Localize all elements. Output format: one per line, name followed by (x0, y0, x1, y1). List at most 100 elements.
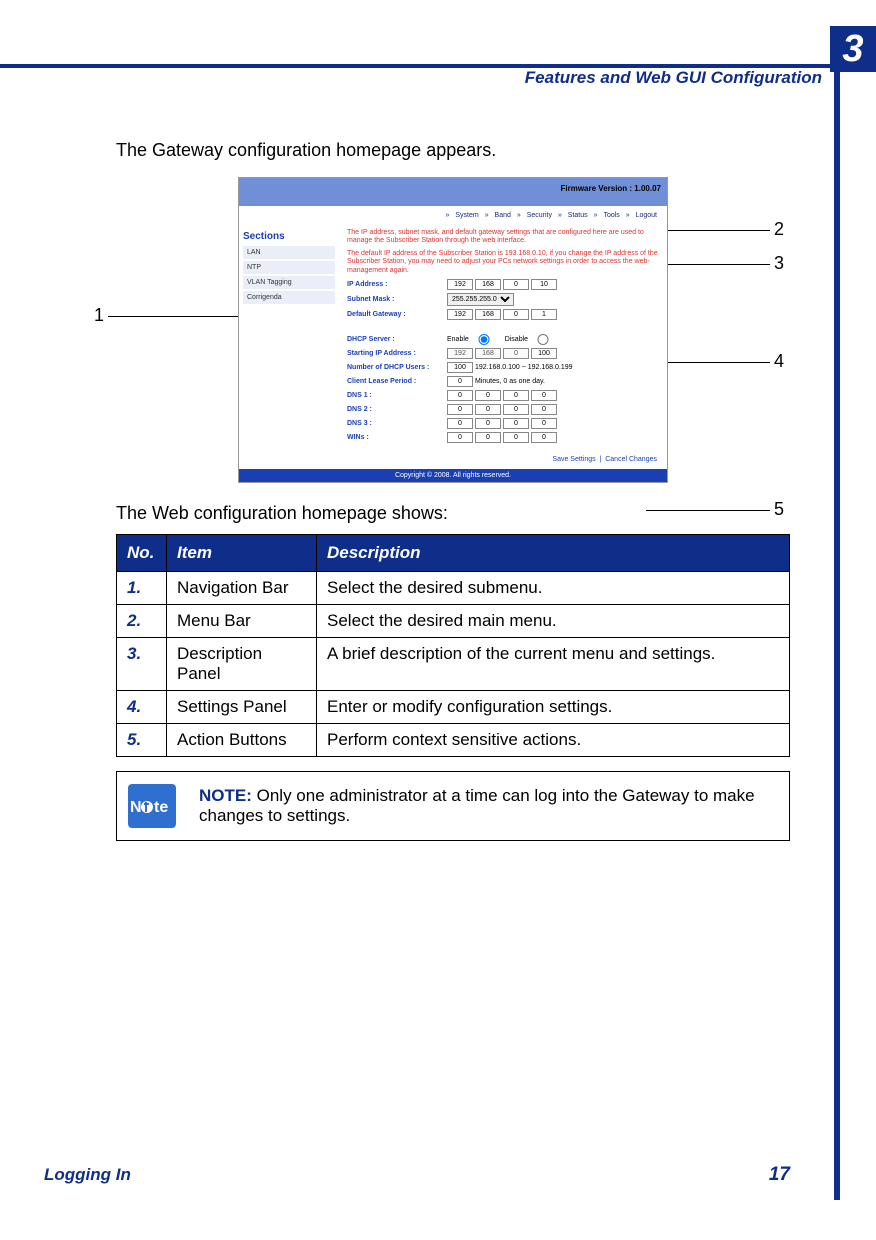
dns3-4[interactable] (531, 418, 557, 429)
screenshot-sidebar: Sections LAN NTP VLAN Tagging Corrigenda (239, 225, 339, 450)
callout-3: 3 (774, 253, 784, 274)
gateway-label: Default Gateway : (347, 311, 447, 318)
table-row: 5. Action Buttons Perform context sensit… (117, 723, 790, 756)
dns2-4[interactable] (531, 404, 557, 415)
table-row: 3. Description Panel A brief description… (117, 637, 790, 690)
callout-1-num: 1 (94, 305, 104, 325)
sidebar-item-ntp[interactable]: NTP (243, 261, 335, 274)
dns2-3[interactable] (503, 404, 529, 415)
cancel-changes-button[interactable]: Cancel Changes (605, 456, 657, 463)
menu-item[interactable]: » Status (558, 212, 588, 219)
note-box: N te NOTE: Only one administrator at a t… (116, 771, 790, 841)
chapter-title: Features and Web GUI Configuration (525, 68, 822, 88)
dns1-1[interactable] (447, 390, 473, 401)
sidebar-item-lan[interactable]: LAN (243, 246, 335, 259)
start-octet-2 (475, 348, 501, 359)
ip-octet-2[interactable] (475, 279, 501, 290)
gw-octet-1[interactable] (447, 309, 473, 320)
col-no: No. (117, 534, 167, 571)
gateway-screenshot: Firmware Version : 1.00.07 » System » Ba… (238, 177, 668, 483)
subnet-select[interactable]: 255.255.255.0 (447, 293, 514, 306)
menu-item[interactable]: » Logout (626, 212, 657, 219)
dhcp-users-input[interactable] (447, 362, 473, 373)
start-octet-1 (447, 348, 473, 359)
dhcp-disable-radio[interactable] (530, 334, 556, 345)
chapter-number: 3 (830, 26, 876, 72)
dns3-2[interactable] (475, 418, 501, 429)
sidebar-item-vlan[interactable]: VLAN Tagging (243, 276, 335, 289)
callout-1: 1 (94, 305, 104, 326)
menu-item[interactable]: » System (446, 212, 479, 219)
firmware-version: Firmware Version : 1.00.07 (561, 184, 662, 193)
dns1-4[interactable] (531, 390, 557, 401)
callout-5-num: 5 (774, 499, 784, 519)
callout-5: 5 (774, 499, 784, 520)
callout-3-num: 3 (774, 253, 784, 273)
wins-3[interactable] (503, 432, 529, 443)
footer-page-number: 17 (769, 1164, 790, 1186)
dns2-label: DNS 2 : (347, 406, 447, 413)
note-body: Only one administrator at a time can log… (199, 786, 755, 825)
callout-4: 4 (774, 351, 784, 372)
save-settings-button[interactable]: Save Settings (552, 456, 595, 463)
start-octet-3 (503, 348, 529, 359)
sections-title: Sections (243, 231, 335, 242)
page-header: 3 Features and Web GUI Configuration (0, 26, 876, 68)
dhcp-label: DHCP Server : (347, 336, 447, 343)
ip-address-label: IP Address : (347, 281, 447, 288)
description-text-2: The default IP address of the Subscriber… (347, 250, 659, 275)
dhcp-enable-radio[interactable] (471, 334, 497, 345)
table-row: 4. Settings Panel Enter or modify config… (117, 690, 790, 723)
dns2-1[interactable] (447, 404, 473, 415)
wins-4[interactable] (531, 432, 557, 443)
start-octet-4[interactable] (531, 348, 557, 359)
ip-octet-1[interactable] (447, 279, 473, 290)
dhcp-range: 192.168.0.100 ~ 192.168.0.199 (475, 364, 573, 371)
dhcp-users-label: Number of DHCP Users : (347, 364, 447, 371)
dns3-label: DNS 3 : (347, 420, 447, 427)
dns2-2[interactable] (475, 404, 501, 415)
legend-intro: The Web configuration homepage shows: (116, 503, 790, 524)
dhcp-enable-label: Enable (447, 336, 469, 343)
right-margin-bar (834, 68, 840, 1200)
screenshot-menubar: » System » Band » Security » Status » To… (239, 206, 667, 225)
gw-octet-4[interactable] (531, 309, 557, 320)
wins-1[interactable] (447, 432, 473, 443)
action-buttons: Save Settings | Cancel Changes (239, 450, 667, 469)
sidebar-item-corrigenda[interactable]: Corrigenda (243, 291, 335, 304)
menu-item[interactable]: » Tools (594, 212, 620, 219)
dhcp-disable-label: Disable (505, 336, 528, 343)
lease-input[interactable] (447, 376, 473, 387)
dns3-3[interactable] (503, 418, 529, 429)
intro-text: The Gateway configuration homepage appea… (116, 140, 790, 161)
lease-suffix: Minutes, 0 as one day. (475, 378, 545, 385)
ip-octet-4[interactable] (531, 279, 557, 290)
dns1-label: DNS 1 : (347, 392, 447, 399)
screenshot-with-callouts: 1 2 3 4 5 Firmware Version : 1.00.07 » S… (118, 177, 788, 483)
description-text-1: The IP address, subnet mask, and default… (347, 229, 659, 246)
screenshot-footer: Copyright © 2008. All rights reserved. (239, 469, 667, 482)
footer-section: Logging In (44, 1165, 131, 1185)
menu-item[interactable]: » Security (517, 212, 552, 219)
callout-4-num: 4 (774, 351, 784, 371)
table-row: 2. Menu Bar Select the desired main menu… (117, 604, 790, 637)
ip-octet-3[interactable] (503, 279, 529, 290)
dns1-2[interactable] (475, 390, 501, 401)
wins-label: WINs : (347, 434, 447, 441)
callout-2-num: 2 (774, 219, 784, 239)
gw-octet-3[interactable] (503, 309, 529, 320)
menu-item[interactable]: » Band (485, 212, 511, 219)
subnet-label: Subnet Mask : (347, 296, 447, 303)
screenshot-main: The IP address, subnet mask, and default… (339, 225, 667, 450)
wins-2[interactable] (475, 432, 501, 443)
col-item: Item (167, 534, 317, 571)
gw-octet-2[interactable] (475, 309, 501, 320)
col-desc: Description (317, 534, 790, 571)
svg-text:N: N (130, 799, 142, 816)
dns3-1[interactable] (447, 418, 473, 429)
note-label: NOTE: (199, 786, 252, 805)
page-footer: Logging In 17 (44, 1164, 790, 1186)
note-icon: N te (128, 784, 176, 828)
dns1-3[interactable] (503, 390, 529, 401)
svg-text:te: te (154, 799, 168, 816)
